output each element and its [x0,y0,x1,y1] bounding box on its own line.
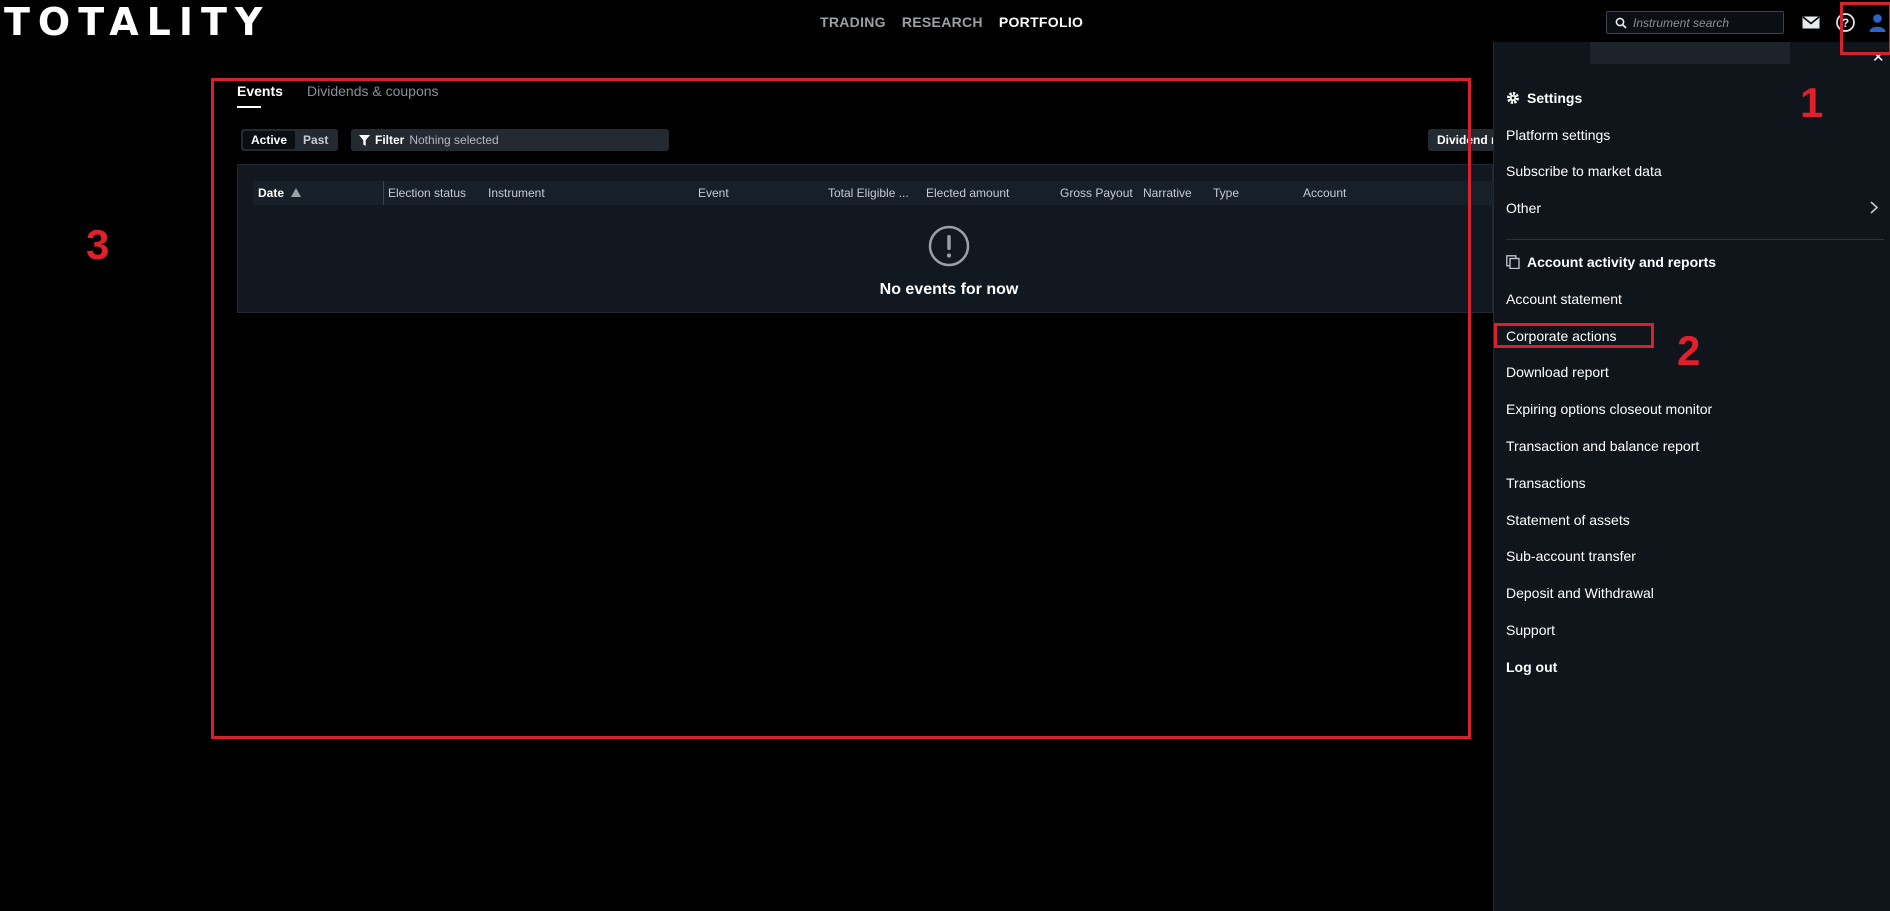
menu-statement-of-assets[interactable]: Statement of assets [1506,512,1630,528]
app-logo: TOTALITY [4,0,271,44]
menu-transaction-balance-report[interactable]: Transaction and balance report [1506,438,1699,454]
menu-download-report[interactable]: Download report [1506,364,1609,380]
chevron-right-icon [1870,201,1878,214]
gear-icon [1507,92,1519,104]
menu-platform-settings[interactable]: Platform settings [1506,127,1610,143]
reports-heading: Account activity and reports [1506,254,1716,270]
annotation-box-corporate-actions [1494,323,1654,348]
mail-icon[interactable] [1802,16,1820,29]
menu-sub-account-transfer[interactable]: Sub-account transfer [1506,548,1636,564]
settings-heading: Settings [1506,90,1582,106]
annotation-label-one: 1 [1800,79,1824,126]
menu-subscribe-market-data[interactable]: Subscribe to market data [1506,163,1662,179]
annotation-label-two: 2 [1677,327,1701,374]
search-input[interactable] [1631,14,1775,31]
menu-other[interactable]: Other [1506,200,1541,216]
reports-heading-label: Account activity and reports [1527,254,1717,270]
menu-expiring-options[interactable]: Expiring options closeout monitor [1506,401,1712,417]
menu-support[interactable]: Support [1506,622,1555,638]
documents-icon [1506,255,1520,269]
annotation-box-content [211,78,1471,739]
account-info-strip [1590,42,1790,64]
menu-log-out[interactable]: Log out [1506,659,1557,675]
annotation-box-user [1840,2,1890,55]
search-icon [1615,17,1627,29]
menu-transactions[interactable]: Transactions [1506,475,1586,491]
nav-trading[interactable]: TRADING [820,14,886,30]
menu-account-statement[interactable]: Account statement [1506,291,1622,307]
nav-portfolio[interactable]: PORTFOLIO [999,14,1083,30]
top-nav: TRADING RESEARCH PORTFOLIO [820,14,1083,30]
settings-heading-label: Settings [1527,90,1583,106]
menu-deposit-withdrawal[interactable]: Deposit and Withdrawal [1506,585,1654,601]
menu-divider [1506,239,1884,240]
instrument-search[interactable] [1606,11,1784,34]
annotation-label-three: 3 [86,221,110,268]
nav-research[interactable]: RESEARCH [902,14,983,30]
